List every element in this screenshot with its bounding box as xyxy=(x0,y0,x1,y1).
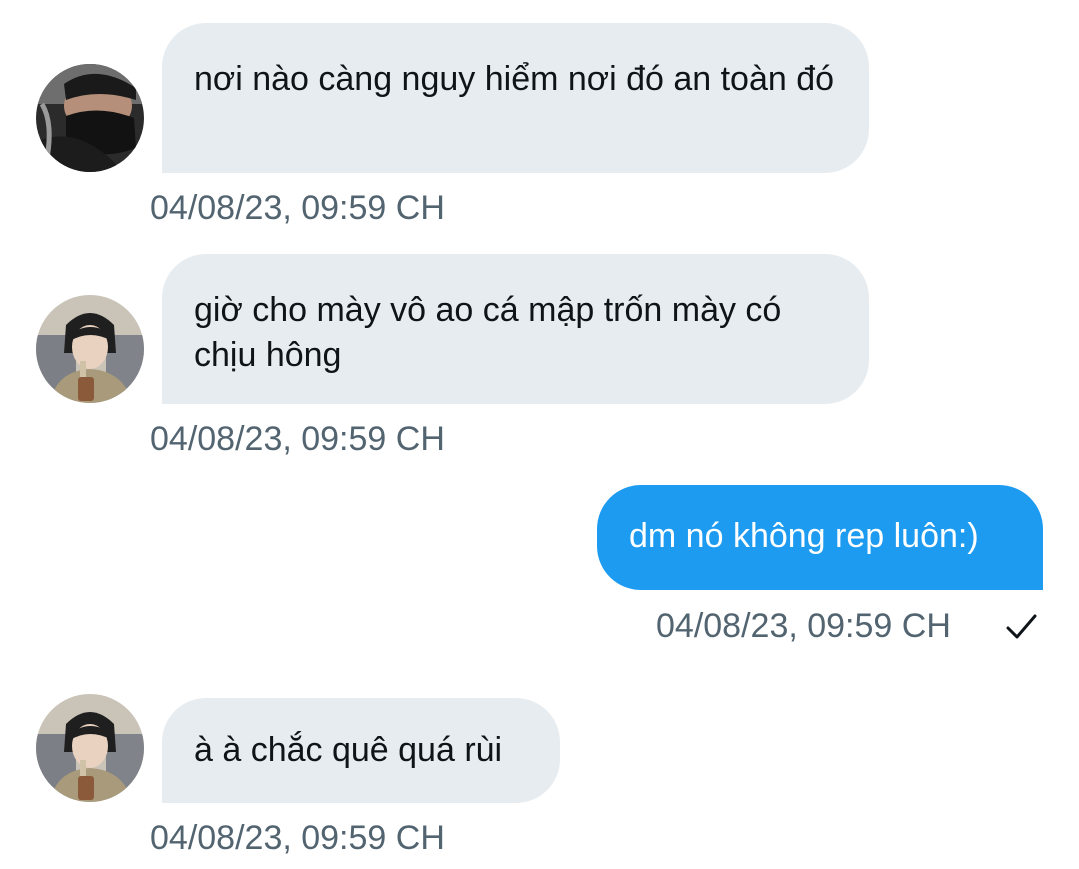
avatar[interactable] xyxy=(36,64,144,172)
message-text: nơi nào càng nguy hiểm nơi đó an toàn đó xyxy=(194,60,835,98)
checkmark-icon xyxy=(1006,614,1037,639)
message-bubble[interactable]: dm nó không rep luôn:) xyxy=(597,485,1043,590)
message-bubble[interactable]: giờ cho mày vô ao cá mập trốn mày có chị… xyxy=(162,254,869,404)
message-text: à à chắc quê quá rùi xyxy=(194,731,503,769)
avatar[interactable] xyxy=(36,295,144,403)
message-thread: nơi nào càng nguy hiểm nơi đó an toàn đó… xyxy=(0,0,1079,869)
message-bubble[interactable]: nơi nào càng nguy hiểm nơi đó an toàn đó xyxy=(162,23,869,173)
message-text: giờ cho mày vô ao cá mập trốn mày có chị… xyxy=(194,291,782,374)
message-bubble[interactable]: à à chắc quê quá rùi xyxy=(162,698,560,803)
message-timestamp: 04/08/23, 09:59 CH xyxy=(150,420,445,458)
message-timestamp: 04/08/23, 09:59 CH xyxy=(150,819,445,857)
avatar-masked-person-icon xyxy=(36,64,144,172)
message-text: dm nó không rep luôn:) xyxy=(629,517,979,555)
avatar[interactable] xyxy=(36,694,144,802)
message-timestamp: 04/08/23, 09:59 CH xyxy=(150,189,445,227)
message-timestamp: 04/08/23, 09:59 CH xyxy=(656,607,951,645)
avatar-person-with-drink-icon xyxy=(36,295,144,403)
avatar-person-with-drink-icon xyxy=(36,694,144,802)
